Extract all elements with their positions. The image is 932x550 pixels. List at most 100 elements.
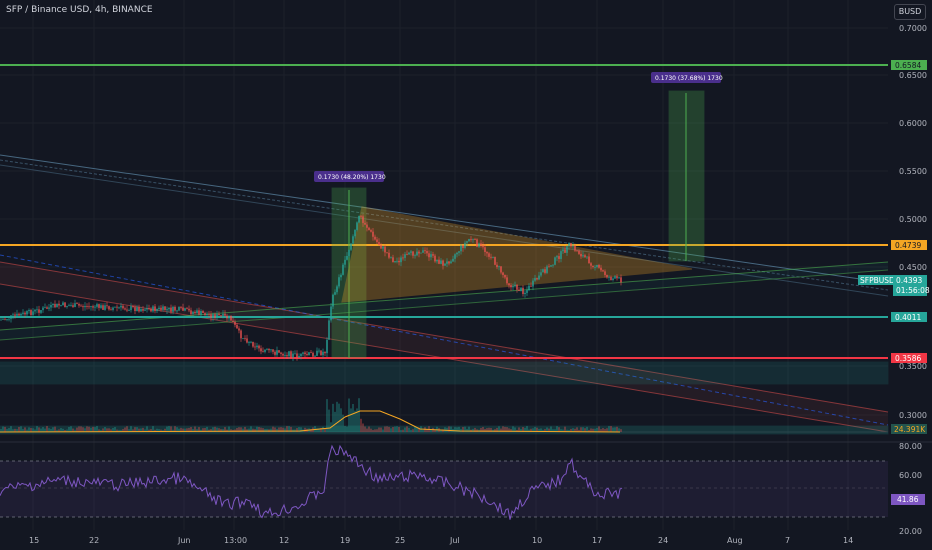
candle-body bbox=[612, 278, 614, 280]
candle-body bbox=[616, 276, 618, 279]
volume-bar bbox=[390, 428, 392, 432]
candle-body bbox=[78, 303, 80, 306]
volume-bar bbox=[388, 426, 390, 432]
candle-body bbox=[516, 284, 518, 290]
candle-body bbox=[288, 351, 290, 357]
volume-bar bbox=[36, 426, 38, 432]
candle-body bbox=[368, 227, 370, 231]
volume-bar bbox=[396, 426, 398, 432]
candle-body bbox=[228, 315, 230, 319]
candle-body bbox=[12, 314, 14, 316]
volume-bar bbox=[86, 426, 88, 432]
candle-body bbox=[126, 309, 128, 311]
price-tick: 0.5000 bbox=[899, 215, 927, 224]
candle-body bbox=[332, 294, 334, 307]
candle-body bbox=[100, 305, 102, 308]
candle-body bbox=[610, 276, 612, 280]
candle-body bbox=[4, 318, 6, 320]
candle-body bbox=[162, 306, 164, 310]
volume-bar bbox=[342, 414, 344, 432]
candle-body bbox=[596, 264, 598, 267]
candle-body bbox=[590, 263, 592, 266]
candle-body bbox=[236, 324, 238, 329]
candle-body bbox=[120, 305, 122, 308]
candle-body bbox=[198, 310, 200, 315]
candle-body bbox=[26, 311, 28, 315]
candle-body bbox=[490, 256, 492, 258]
candle-body bbox=[272, 349, 274, 352]
volume-bar bbox=[304, 427, 306, 432]
volume-bar bbox=[42, 427, 44, 432]
candle-body bbox=[594, 266, 596, 268]
candle-body bbox=[68, 305, 70, 307]
support-zone[interactable] bbox=[0, 361, 889, 385]
candle-body bbox=[464, 242, 466, 249]
candle-body bbox=[426, 251, 428, 254]
price-tag-teal: 0.4011 bbox=[891, 312, 927, 322]
candle-body bbox=[592, 265, 594, 268]
candle-body bbox=[602, 270, 604, 272]
candle-body bbox=[416, 251, 418, 256]
candle-body bbox=[446, 261, 448, 264]
candle-body bbox=[174, 306, 176, 311]
symbol-title[interactable]: SFP / Binance USD, 4h, BINANCE bbox=[6, 5, 153, 15]
candle-body bbox=[394, 261, 396, 263]
candle-body bbox=[296, 353, 298, 358]
volume-bar bbox=[398, 426, 400, 432]
candle-body bbox=[448, 261, 450, 264]
rsi-axis[interactable]: 80.00 60.00 20.00 41.86 bbox=[891, 442, 925, 536]
rsi-band bbox=[0, 461, 888, 517]
candle-body bbox=[2, 318, 4, 320]
candle-body bbox=[246, 338, 248, 343]
candle-body bbox=[396, 260, 398, 262]
volume-bar bbox=[466, 429, 468, 432]
candle-body bbox=[212, 314, 214, 318]
candle-body bbox=[536, 278, 538, 280]
volume-bar bbox=[406, 426, 408, 432]
time-axis[interactable]: 15 22 Jun 13:00 12 19 25 Jul 10 17 24 Au… bbox=[29, 536, 853, 545]
candle-body bbox=[604, 271, 606, 275]
candle-body bbox=[148, 308, 150, 309]
chart-canvas[interactable]: 0.7000 0.6500 0.6000 0.5500 0.5000 0.450… bbox=[0, 0, 932, 550]
price-tick: 0.3000 bbox=[899, 411, 927, 420]
candle-body bbox=[28, 310, 30, 312]
time-tick: 10 bbox=[532, 536, 542, 545]
candle-body bbox=[488, 253, 490, 257]
candle-body bbox=[472, 239, 474, 240]
candle-body bbox=[430, 254, 432, 258]
volume-bar bbox=[366, 428, 368, 432]
volume-bar bbox=[352, 403, 354, 432]
candle-body bbox=[110, 309, 112, 311]
rsi-tick: 20.00 bbox=[899, 527, 922, 536]
volume-bar bbox=[332, 403, 334, 432]
volume-bar bbox=[370, 428, 372, 432]
candle-body bbox=[46, 307, 48, 309]
currency-button[interactable]: BUSD bbox=[894, 4, 926, 20]
price-tick: 0.6500 bbox=[899, 71, 927, 80]
volume-bar bbox=[368, 426, 370, 432]
candle-body bbox=[522, 287, 524, 294]
candle-body bbox=[338, 277, 340, 287]
volume-bar bbox=[354, 410, 356, 432]
candle-body bbox=[58, 303, 60, 306]
candle-body bbox=[534, 278, 536, 281]
candle-body bbox=[224, 313, 226, 316]
candle-body bbox=[518, 289, 520, 291]
candle-body bbox=[70, 305, 72, 307]
volume-bar bbox=[402, 429, 404, 432]
volume-bar bbox=[376, 429, 378, 432]
svg-text:01:56:08: 01:56:08 bbox=[896, 286, 930, 295]
candle-body bbox=[558, 256, 560, 259]
candle-body bbox=[454, 254, 456, 259]
svg-text:0.4011: 0.4011 bbox=[895, 313, 921, 322]
candle-body bbox=[458, 251, 460, 253]
candle-body bbox=[330, 306, 332, 321]
candle-body bbox=[294, 353, 296, 355]
candle-body bbox=[422, 250, 424, 253]
candle-body bbox=[82, 306, 84, 308]
candle-body bbox=[480, 243, 482, 246]
candle-body bbox=[204, 313, 206, 316]
candle-body bbox=[542, 269, 544, 273]
price-tick: 0.4500 bbox=[899, 263, 927, 272]
candle-body bbox=[370, 230, 372, 232]
